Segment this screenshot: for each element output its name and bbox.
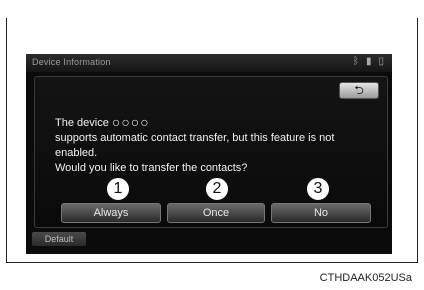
always-button[interactable]: Always [61, 203, 161, 223]
screen-header: Device Information ᛒ ▮ ▯ [26, 54, 392, 72]
bluetooth-icon: ᛒ [352, 56, 359, 67]
back-button[interactable]: ⮌ [339, 82, 379, 99]
default-tab[interactable]: Default [32, 232, 86, 246]
header-title: Device Information [32, 57, 111, 67]
dialog-message: The device ○○○○ supports automatic conta… [55, 115, 375, 176]
no-button[interactable]: No [271, 203, 371, 223]
once-button[interactable]: Once [167, 203, 265, 223]
battery-icon: ▯ [378, 56, 384, 67]
status-icons: ᛒ ▮ ▯ [353, 56, 384, 67]
device-name: ○○○○ [111, 114, 150, 130]
display-screen: Device Information ᛒ ▮ ▯ ⮌ The device ○○… [26, 54, 392, 254]
return-arrow-icon: ⮌ [354, 83, 364, 97]
signal-icon: ▮ [365, 56, 372, 67]
transfer-dialog: ⮌ The device ○○○○ supports automatic con… [34, 76, 388, 228]
callout-3: 3 [306, 177, 330, 201]
message-line-1: The device ○○○○ [55, 114, 150, 130]
message-line-2: supports automatic contact transfer, but… [55, 132, 335, 144]
callout-1: 1 [106, 177, 130, 201]
figure-code: CTHDAAK052USa [319, 272, 412, 284]
message-line-3: enabled. [55, 147, 98, 159]
message-line-4: Would you like to transfer the contacts? [55, 162, 248, 174]
callout-2: 2 [205, 177, 229, 201]
